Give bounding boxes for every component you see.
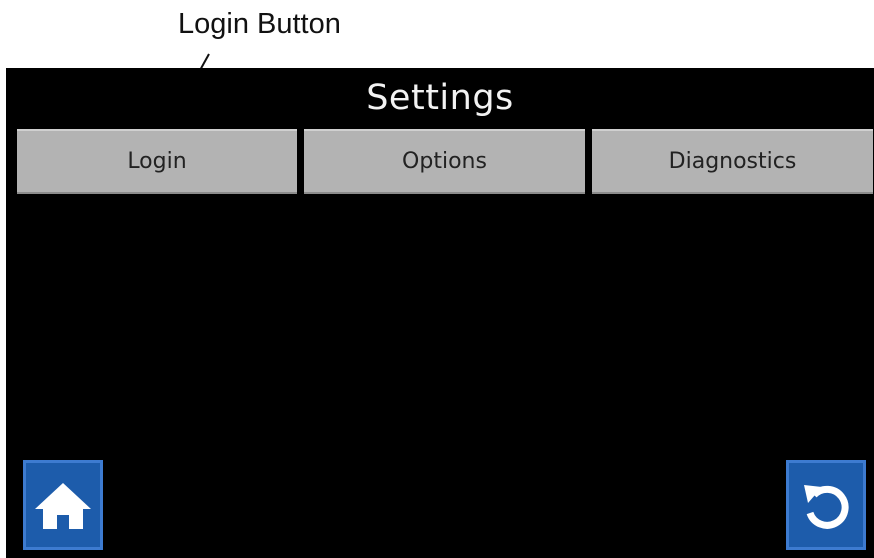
callout-label: Login Button bbox=[178, 8, 341, 40]
diagnostics-button[interactable]: Diagnostics bbox=[592, 129, 873, 194]
home-icon bbox=[35, 483, 91, 529]
login-button[interactable]: Login bbox=[17, 129, 297, 194]
device-screen: Settings Login Options Diagnostics bbox=[6, 68, 874, 558]
back-button[interactable] bbox=[786, 460, 866, 550]
page-title: Settings bbox=[366, 78, 514, 118]
options-button[interactable]: Options bbox=[304, 129, 585, 194]
home-button[interactable] bbox=[23, 460, 103, 550]
manual-figure: Login Button Settings Login Options Diag… bbox=[0, 0, 874, 558]
undo-arrow-icon bbox=[804, 485, 849, 529]
